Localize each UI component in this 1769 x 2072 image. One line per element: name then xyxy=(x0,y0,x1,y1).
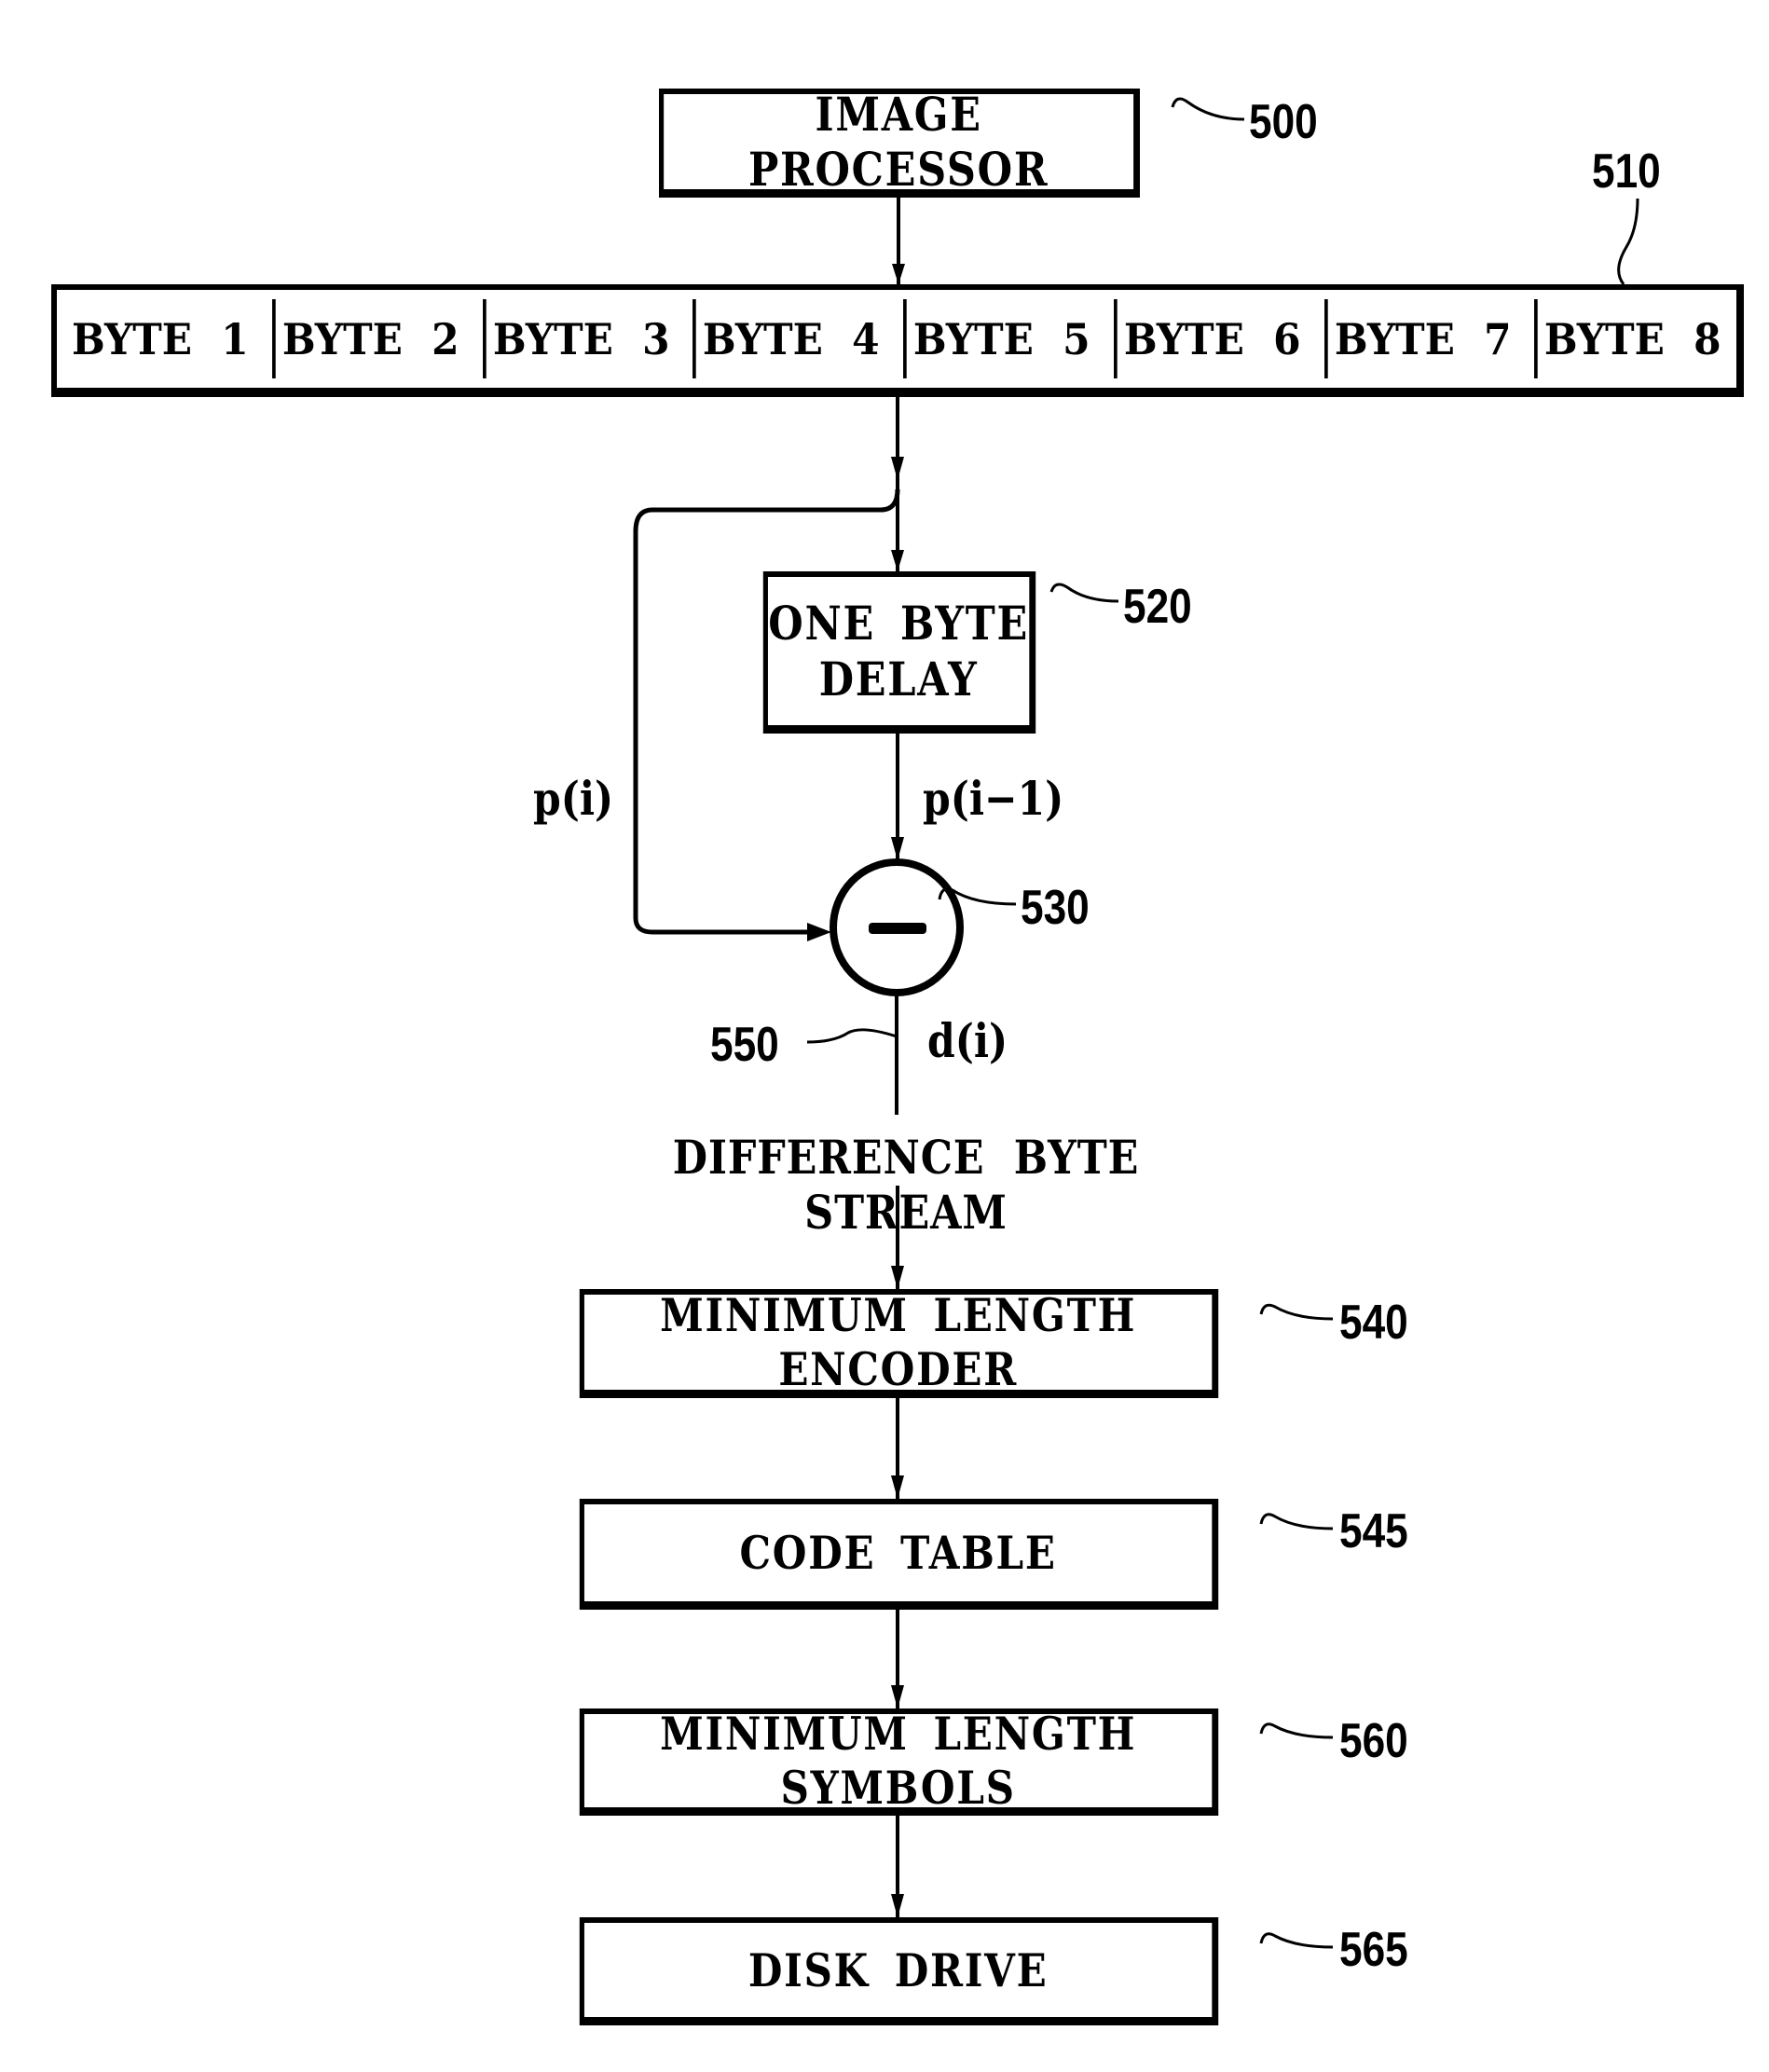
difference-byte-stream-label: DIFFERENCE BYTE STREAM xyxy=(672,1130,1140,1240)
byte-cell: BYTE 2 xyxy=(271,299,466,378)
arrowhead xyxy=(892,264,905,284)
minus-sign-icon xyxy=(869,923,926,934)
arrowhead xyxy=(891,837,904,860)
ref-530: 530 xyxy=(1021,881,1090,935)
symbols-label: MINIMUM LENGTH SYMBOLS xyxy=(660,1707,1137,1815)
arrowhead xyxy=(891,1894,904,1917)
one-byte-delay-block: ONE BYTE DELAY xyxy=(762,571,1036,734)
leader-line-560 xyxy=(1259,1722,1334,1739)
ref-540: 540 xyxy=(1339,1296,1408,1350)
signal-p-i: p(i) xyxy=(533,771,614,826)
arrowhead xyxy=(891,1685,904,1708)
minimum-length-encoder-block: MINIMUM LENGTH ENCODER xyxy=(579,1288,1219,1398)
arrowhead xyxy=(891,457,904,480)
block-diagram: IMAGE PROCESSOR 500 510 BYTE 1 BYTE 2 BY… xyxy=(0,0,1769,2072)
image-processor-block: IMAGE PROCESSOR xyxy=(659,87,1140,198)
ref-565: 565 xyxy=(1339,1923,1408,1977)
byte-cell: BYTE 3 xyxy=(482,299,677,378)
ref-500: 500 xyxy=(1249,95,1318,149)
arrowhead xyxy=(891,1266,904,1289)
image-processor-label: IMAGE PROCESSOR xyxy=(747,87,1049,197)
leader-line-545 xyxy=(1259,1513,1334,1530)
leader-line-510 xyxy=(1617,198,1639,285)
signal-p-i-minus-1: p(i−1) xyxy=(923,771,1064,826)
byte-cell: BYTE 6 xyxy=(1113,299,1308,378)
ref-510: 510 xyxy=(1592,144,1661,199)
ref-520: 520 xyxy=(1123,580,1192,634)
leader-line-520 xyxy=(1049,583,1119,603)
byte-buffer-block: BYTE 1 BYTE 2 BYTE 3 BYTE 4 BYTE 5 BYTE … xyxy=(51,284,1744,397)
leader-line-540 xyxy=(1259,1303,1334,1321)
byte-cell: BYTE 7 xyxy=(1323,299,1518,378)
ref-560: 560 xyxy=(1339,1714,1408,1768)
byte-cell: BYTE 5 xyxy=(903,299,1097,378)
signal-d-i: d(i) xyxy=(927,1013,1008,1068)
ref-545: 545 xyxy=(1339,1504,1408,1558)
disk-drive-label: DISK DRIVE xyxy=(747,1942,1049,1997)
arrowhead xyxy=(891,550,904,571)
arrowhead xyxy=(807,923,831,941)
byte-cell: BYTE 4 xyxy=(693,299,886,378)
delay-label-line1: ONE BYTE xyxy=(768,595,1029,651)
arrowhead xyxy=(891,1475,904,1499)
delay-label-line2: DELAY xyxy=(818,651,979,707)
leader-line-500 xyxy=(1171,97,1245,121)
code-table-label: CODE TABLE xyxy=(739,1526,1057,1580)
ref-550: 550 xyxy=(710,1018,779,1072)
code-table-block: CODE TABLE xyxy=(579,1499,1219,1610)
byte-cell: BYTE 1 xyxy=(72,313,249,364)
leader-line-565 xyxy=(1259,1932,1334,1949)
minimum-length-symbols-block: MINIMUM LENGTH SYMBOLS xyxy=(579,1707,1219,1816)
disk-drive-block: DISK DRIVE xyxy=(579,1917,1219,2025)
leader-line-550 xyxy=(806,1028,898,1044)
encoder-label: MINIMUM LENGTH ENCODER xyxy=(660,1288,1137,1396)
byte-cell: BYTE 8 xyxy=(1534,299,1728,378)
